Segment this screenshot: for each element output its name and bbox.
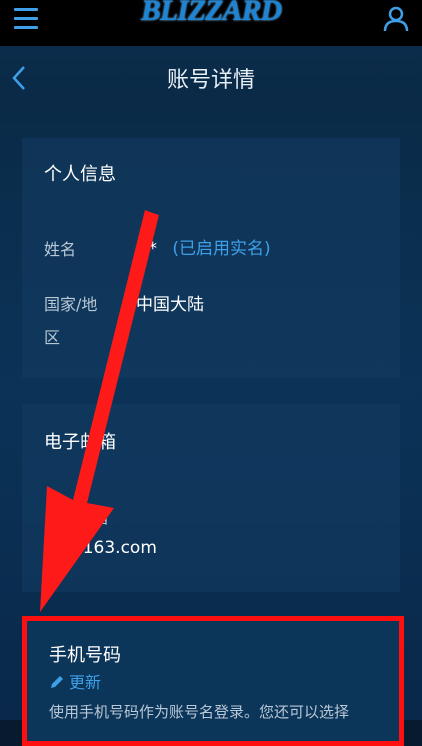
page-title: 账号详情 <box>166 68 255 93</box>
update-label: 更新 <box>69 673 102 692</box>
country-label: 国家/地区 <box>44 295 98 347</box>
masked-name: ** <box>140 239 157 259</box>
email-card: 电子邮箱 电子邮箱 **l@163.com <box>22 404 400 592</box>
page-header: 账号详情 <box>0 46 422 112</box>
realname-status-badge: (已启用实名) <box>172 239 271 259</box>
email-value: **l@163.com <box>44 538 157 558</box>
name-value: ** (已启用实名) <box>140 234 271 259</box>
email-title: 电子邮箱 <box>44 432 116 453</box>
name-label: 姓名 <box>44 240 77 259</box>
phone-card: 手机号码 更新 使用手机号码作为账号名登录。您还可以选择 <box>22 616 404 746</box>
country-value: 中国大陆 <box>136 295 204 315</box>
phone-description: 使用手机号码作为账号名登录。您还可以选择 <box>49 703 350 721</box>
blizzard-logo[interactable]: BLIZZARD <box>0 0 422 28</box>
update-phone-link[interactable]: 更新 <box>49 669 101 693</box>
phone-title: 手机号码 <box>49 645 121 666</box>
email-label: 电子邮箱 <box>44 508 109 527</box>
personal-info-title: 个人信息 <box>44 164 116 185</box>
personal-info-card: 个人信息 姓名 ** (已启用实名) 国家/地区 中国大陆 <box>22 138 400 378</box>
pencil-icon <box>51 676 63 688</box>
user-icon[interactable] <box>382 4 410 32</box>
top-bar: BLIZZARD <box>0 0 422 46</box>
